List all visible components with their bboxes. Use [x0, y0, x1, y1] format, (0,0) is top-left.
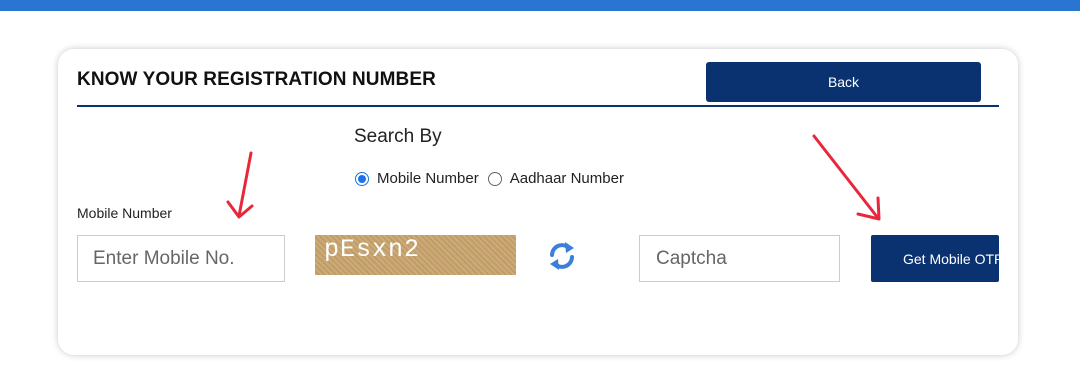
search-by-label: Search By — [354, 126, 442, 147]
mobile-number-label: Mobile Number — [77, 205, 172, 221]
title-divider — [77, 105, 999, 107]
radio-label-mobile: Mobile Number — [377, 170, 479, 187]
radio-aadhaar-number[interactable]: Aadhaar Number — [487, 170, 624, 187]
captcha-image: pEsxn2 — [315, 235, 516, 275]
radio-button-checked[interactable] — [355, 171, 369, 186]
page-title: KNOW YOUR REGISTRATION NUMBER — [77, 69, 436, 90]
radio-button-unchecked[interactable] — [487, 171, 502, 186]
mobile-number-input[interactable] — [77, 235, 285, 282]
top-accent-bar — [0, 0, 1080, 11]
back-button[interactable]: Back — [706, 62, 981, 102]
radio-label-aadhaar: Aadhaar Number — [509, 170, 624, 187]
get-mobile-otp-button[interactable]: Get Mobile OTP — [871, 235, 999, 282]
refresh-captcha-icon[interactable] — [548, 239, 576, 273]
captcha-input[interactable] — [639, 235, 840, 282]
radio-mobile-number[interactable]: Mobile Number — [355, 170, 479, 187]
search-type-radio-group: Mobile Number Aadhaar Number — [355, 170, 633, 187]
arrow-annotation-icon — [226, 151, 254, 219]
arrow-annotation-icon — [812, 134, 881, 221]
